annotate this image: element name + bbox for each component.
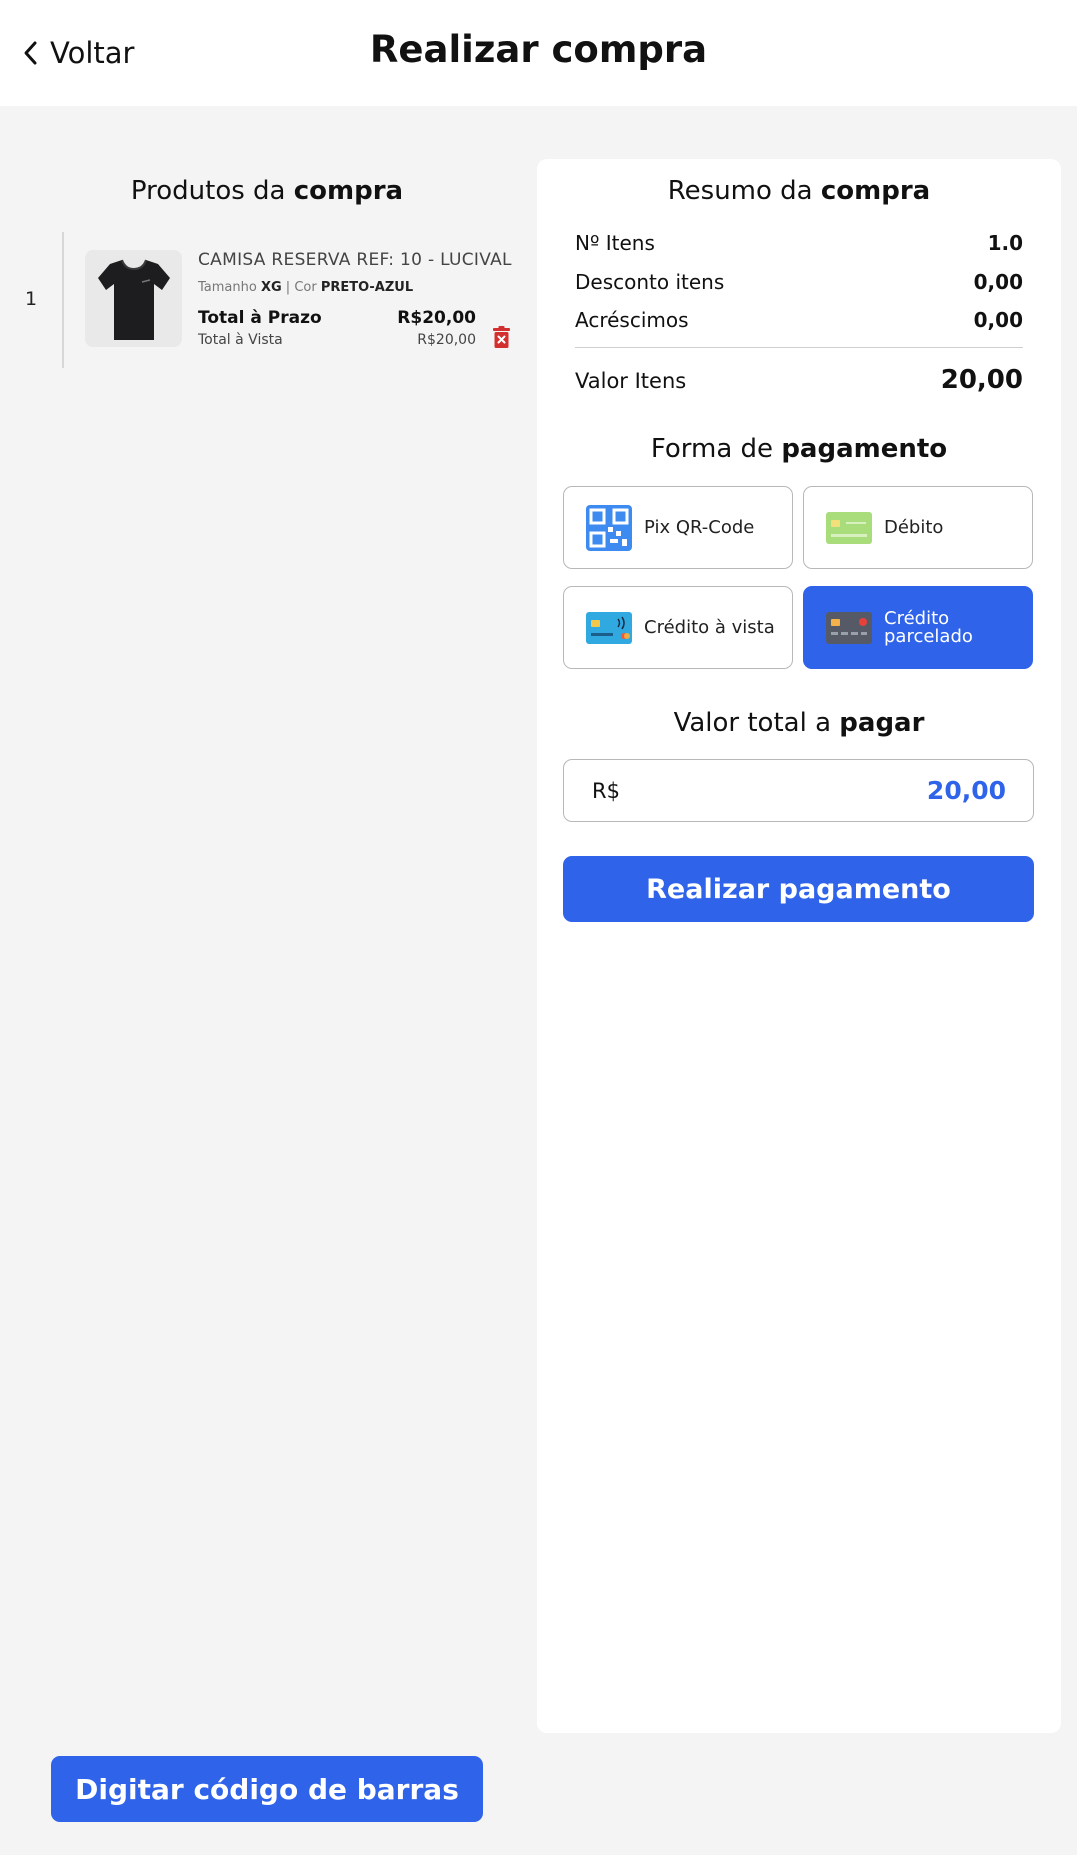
product-thumbnail (85, 250, 182, 347)
total-pay-title-bold: pagar (839, 708, 925, 738)
payment-option-credito-vista[interactable]: Crédito à vista (563, 586, 793, 669)
payment-option-label: Débito (884, 516, 944, 538)
installment-card-icon (826, 611, 872, 644)
total-amount-value: 20,00 (926, 776, 1006, 805)
summary-row-surcharge: Acréscimos 0,00 (575, 308, 1023, 332)
trash-icon[interactable] (492, 326, 511, 348)
products-title-bold: compra (293, 176, 404, 206)
size-label: Tamanho (198, 280, 261, 295)
qr-code-icon (586, 504, 632, 551)
payment-option-pix[interactable]: Pix QR-Code (563, 486, 793, 569)
summary-title-prefix: Resumo da (667, 176, 821, 206)
summary-value: 1.0 (987, 231, 1023, 255)
total-pay-title-prefix: Valor total a (673, 708, 840, 738)
payment-option-credito-parcelado[interactable]: Crédito parcelado (803, 586, 1033, 669)
vista-label: Total à Vista (198, 332, 283, 348)
total-pay-title: Valor total a pagar (537, 708, 1061, 738)
summary-divider (575, 347, 1023, 348)
payment-option-label: Pix QR-Code (644, 516, 755, 538)
summary-total-value: 20,00 (940, 365, 1023, 395)
product-name: CAMISA RESERVA REF: 10 - LUCIVAL (198, 250, 512, 270)
summary-title: Resumo da compra (537, 176, 1061, 206)
summary-label: Acréscimos (575, 308, 689, 332)
header-bar: Voltar Realizar compra (0, 0, 1077, 106)
summary-value: 0,00 (973, 270, 1023, 294)
payment-title-bold: pagamento (781, 434, 948, 464)
summary-total-label: Valor Itens (575, 369, 687, 393)
payment-title: Forma de pagamento (537, 434, 1061, 464)
products-title: Produtos da compra (0, 176, 534, 206)
size-value: XG (260, 280, 282, 295)
debit-card-icon (826, 511, 872, 544)
color-label: Cor (294, 280, 321, 295)
page-title: Realizar compra (369, 28, 708, 71)
summary-value: 0,00 (973, 308, 1023, 332)
vista-value: R$20,00 (417, 332, 476, 348)
submit-payment-button[interactable]: Realizar pagamento (563, 856, 1034, 922)
color-value: PRETO-AZUL (320, 280, 414, 295)
summary-total: Valor Itens 20,00 (575, 365, 1023, 395)
credit-card-icon (586, 611, 632, 644)
payment-option-label: Crédito à vista (644, 616, 775, 638)
payment-option-label: Crédito parcelado (884, 607, 973, 647)
summary-label: Desconto itens (575, 270, 725, 294)
summary-panel: Resumo da compra Nº Itens 1.0 Desconto i… (537, 159, 1061, 1733)
barcode-entry-button[interactable]: Digitar código de barras (51, 1756, 483, 1822)
currency-label: R$ (592, 778, 620, 803)
payment-option-debito[interactable]: Débito (803, 486, 1033, 569)
attr-separator: | (281, 280, 295, 295)
summary-row-discount: Desconto itens 0,00 (575, 270, 1023, 294)
summary-row-items: Nº Itens 1.0 (575, 231, 1023, 255)
products-title-prefix: Produtos da (130, 176, 294, 206)
summary-title-bold: compra (820, 176, 931, 206)
product-row[interactable]: 1 CAMISA RESERVA REF: 10 - LUCIVAL Taman… (0, 232, 534, 368)
prazo-label: Total à Prazo (198, 308, 322, 328)
total-amount-field[interactable]: R$ 20,00 (563, 759, 1034, 822)
summary-label: Nº Itens (575, 231, 655, 255)
row-divider (62, 232, 64, 368)
payment-title-prefix: Forma de (650, 434, 782, 464)
prazo-value: R$20,00 (397, 308, 476, 328)
product-attributes: Tamanho XG | Cor PRETO-AZUL (198, 280, 413, 295)
product-index: 1 (25, 288, 38, 310)
tshirt-image (97, 259, 170, 340)
